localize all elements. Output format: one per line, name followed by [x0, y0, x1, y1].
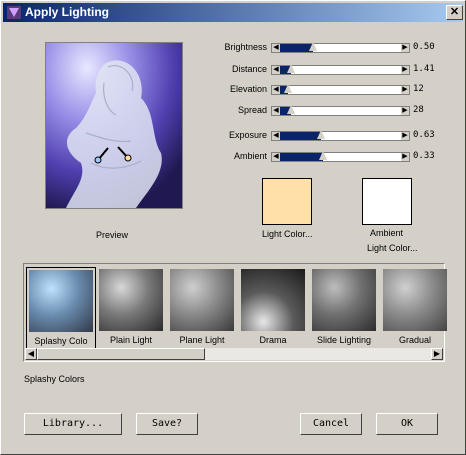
- preset-preview-image: [312, 269, 376, 331]
- horizontal-scrollbar[interactable]: ◀ ▶: [25, 348, 443, 360]
- preset-label: Drama: [259, 335, 287, 345]
- ambient-label-line2[interactable]: Light Color...: [367, 243, 418, 253]
- slider-left-arrow-icon[interactable]: ◀: [272, 86, 280, 94]
- slider-thumb[interactable]: [319, 151, 327, 160]
- preset-preview-image: [170, 269, 234, 331]
- selected-preset-name: Splashy Colors: [24, 374, 85, 384]
- slider-right-arrow-icon[interactable]: ▶: [401, 132, 409, 140]
- preset-label: Plain Light: [109, 335, 153, 345]
- slider-right-arrow-icon[interactable]: ▶: [401, 107, 409, 115]
- preset-thumbnails-panel: Splashy Colo Plain Light Plane Light Drama S…: [23, 263, 447, 362]
- preset-preview-image: [99, 269, 163, 331]
- slider-left-arrow-icon[interactable]: ◀: [272, 66, 280, 74]
- scroll-left-arrow-icon[interactable]: ◀: [25, 348, 37, 360]
- control-slider[interactable]: ◀ ▶: [271, 151, 410, 162]
- preset-thumbnail[interactable]: Splashy Colo: [26, 267, 96, 349]
- preset-preview-image: [29, 270, 93, 332]
- preset-thumbnail[interactable]: Plain Light: [97, 267, 165, 347]
- control-label: Distance: [231, 64, 267, 74]
- preview-image: [45, 42, 183, 209]
- app-icon: [7, 6, 21, 19]
- control-value: 1.41: [413, 64, 435, 74]
- control-label: Brightness: [224, 42, 267, 52]
- preset-thumbnail[interactable]: Drama: [239, 267, 307, 347]
- control-value: 0.50: [413, 42, 435, 52]
- control-slider[interactable]: ◀ ▶: [271, 42, 410, 53]
- slider-thumb[interactable]: [309, 42, 317, 51]
- control-value: 28: [413, 105, 424, 115]
- slider-left-arrow-icon[interactable]: ◀: [272, 153, 280, 161]
- slider-right-arrow-icon[interactable]: ▶: [401, 44, 409, 52]
- preset-label: Slide Lighting: [316, 335, 372, 345]
- preset-preview-image: [241, 269, 305, 331]
- cancel-button[interactable]: Cancel: [300, 413, 362, 435]
- preset-preview-image: [383, 269, 447, 331]
- window-title: Apply Lighting: [25, 5, 109, 19]
- light-color-swatch[interactable]: [262, 178, 312, 225]
- close-button[interactable]: ✕: [446, 5, 463, 20]
- preset-thumbnail[interactable]: Slide Lighting: [310, 267, 378, 347]
- preset-thumbnail[interactable]: Plane Light: [168, 267, 236, 347]
- control-value: 12: [413, 84, 424, 94]
- slider-right-arrow-icon[interactable]: ▶: [401, 66, 409, 74]
- light-color-label[interactable]: Light Color...: [262, 229, 313, 239]
- control-value: 0.63: [413, 130, 435, 140]
- preset-label: Plane Light: [179, 335, 225, 345]
- slider-thumb[interactable]: [317, 130, 325, 139]
- control-label: Exposure: [228, 130, 267, 140]
- slider-thumb[interactable]: [287, 64, 295, 73]
- control-slider[interactable]: ◀ ▶: [271, 130, 410, 141]
- title-bar[interactable]: Apply Lighting ✕: [3, 3, 463, 22]
- slider-left-arrow-icon[interactable]: ◀: [272, 44, 280, 52]
- preview-label: Preview: [96, 230, 129, 240]
- slider-thumb[interactable]: [287, 105, 295, 114]
- scrollbar-thumb[interactable]: [37, 348, 205, 360]
- slider-left-arrow-icon[interactable]: ◀: [272, 132, 280, 140]
- control-slider[interactable]: ◀ ▶: [271, 64, 410, 75]
- control-label: Spread: [237, 105, 267, 115]
- control-slider[interactable]: ◀ ▶: [271, 105, 410, 116]
- slider-left-arrow-icon[interactable]: ◀: [272, 107, 280, 115]
- ambient-light-color-swatch[interactable]: [362, 178, 412, 225]
- save-button[interactable]: Save?: [136, 413, 198, 435]
- slider-right-arrow-icon[interactable]: ▶: [401, 153, 409, 161]
- slider-right-arrow-icon[interactable]: ▶: [401, 86, 409, 94]
- control-slider[interactable]: ◀ ▶: [271, 84, 410, 95]
- control-value: 0.33: [413, 151, 435, 161]
- scroll-right-arrow-icon[interactable]: ▶: [431, 348, 443, 360]
- preset-label: Gradual: [398, 335, 432, 345]
- control-label: Elevation: [229, 84, 267, 94]
- slider-thumb[interactable]: [284, 84, 292, 93]
- apply-lighting-dialog: Apply Lighting ✕ Preview Brightness ◀ ▶ 0.5…: [0, 0, 466, 455]
- ambient-label-line1[interactable]: Ambient: [370, 228, 403, 238]
- control-label: Ambient: [233, 151, 267, 161]
- library-button[interactable]: Library...: [24, 413, 122, 435]
- ok-button[interactable]: OK: [376, 413, 438, 435]
- preset-thumbnail[interactable]: Gradual: [381, 267, 449, 347]
- preset-label: Splashy Colo: [34, 336, 88, 346]
